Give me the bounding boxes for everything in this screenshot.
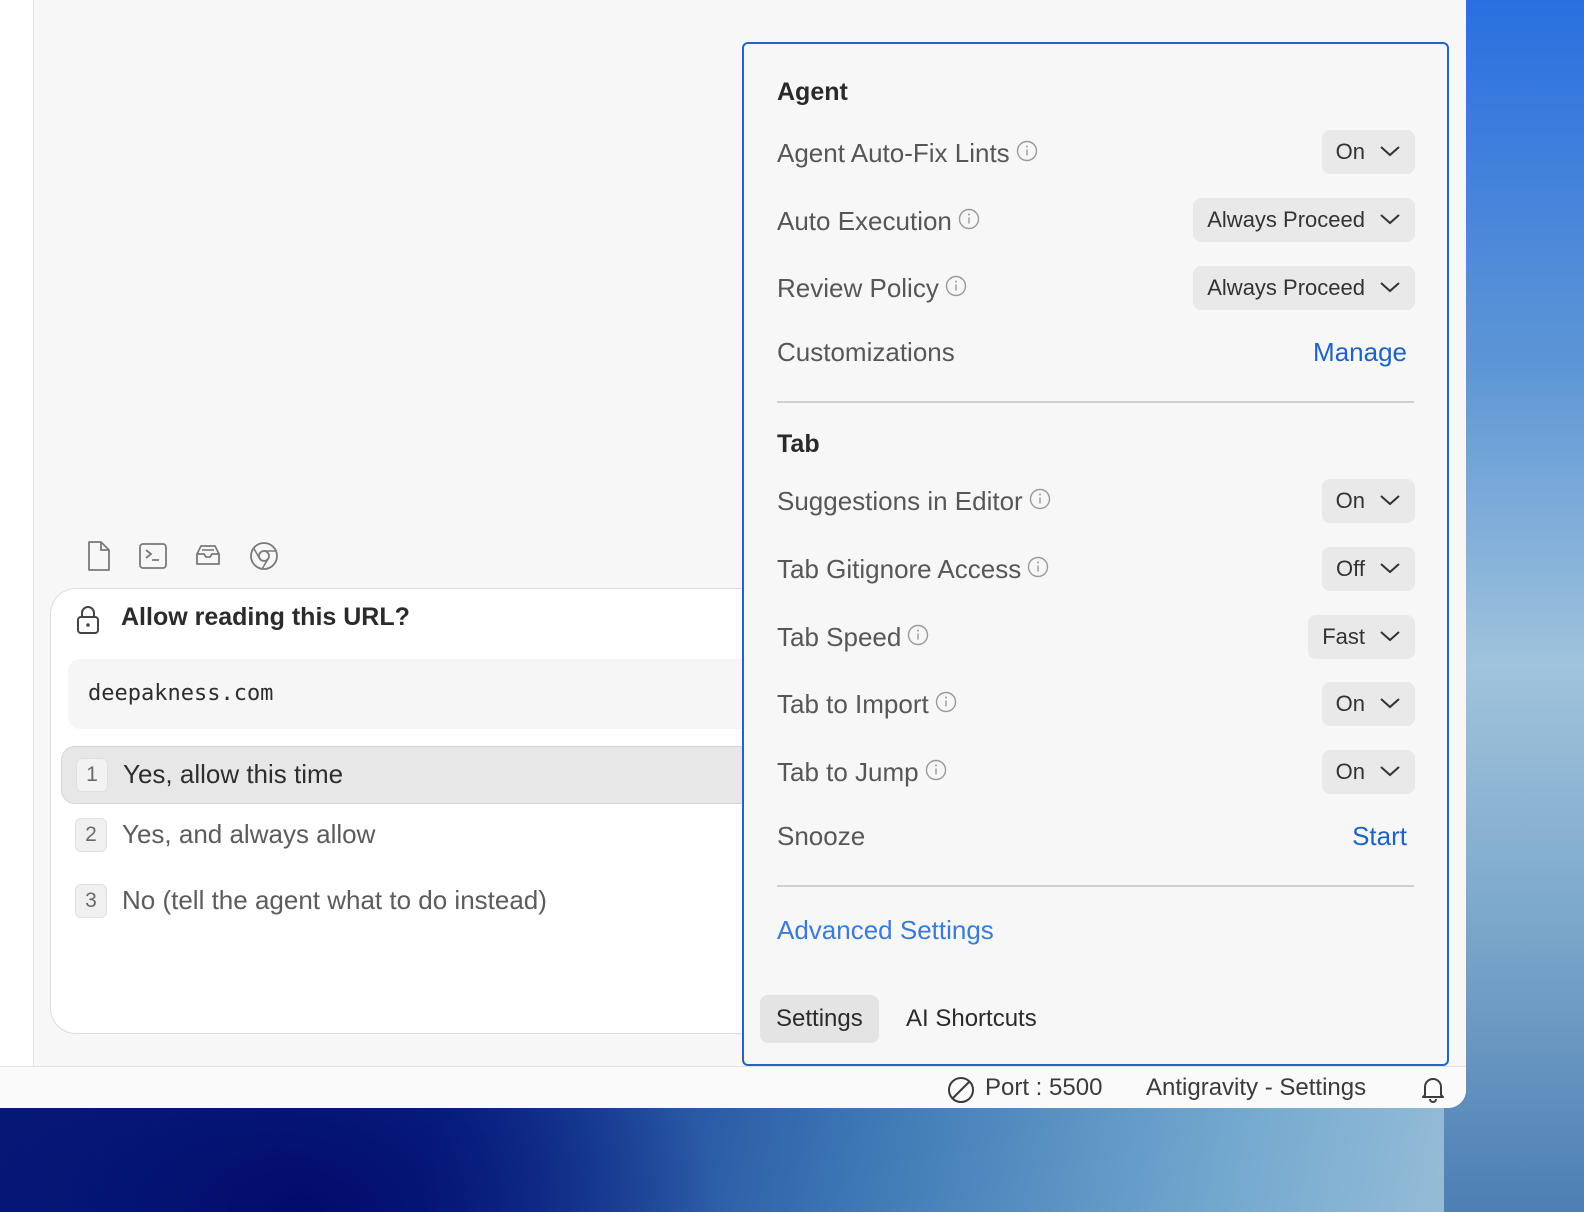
- window-title-status[interactable]: Antigravity - Settings: [1146, 1067, 1366, 1108]
- row-label-text: Suggestions in Editor: [777, 486, 1023, 516]
- permission-request-card: Allow reading this URL? deepakness.com 1…: [50, 588, 813, 1034]
- dropdown-value: On: [1335, 139, 1365, 164]
- customizations-label: Customizations: [777, 337, 955, 367]
- chevron-down-icon: [1379, 614, 1401, 658]
- chevron-down-icon: [1379, 681, 1401, 725]
- chevron-down-icon: [1379, 197, 1401, 241]
- agent-auto-fix-lints-label: Agent Auto-Fix Lints: [777, 138, 1038, 171]
- option-number: 2: [75, 818, 107, 852]
- info-icon[interactable]: [1029, 486, 1051, 517]
- snooze-label: Snooze: [777, 821, 866, 851]
- info-icon[interactable]: [925, 757, 947, 788]
- auto-execution-dropdown[interactable]: Always Proceed: [1193, 198, 1415, 242]
- row-label-text: Tab Gitignore Access: [777, 554, 1022, 584]
- dropdown-value: Always Proceed: [1207, 207, 1365, 232]
- dropdown-value: Off: [1336, 556, 1365, 581]
- chevron-down-icon: [1379, 265, 1401, 309]
- info-icon[interactable]: [1027, 554, 1049, 585]
- auto-execution-label: Auto Execution: [777, 206, 980, 239]
- row-label-text: Tab to Import: [777, 689, 929, 719]
- dropdown-value: On: [1335, 488, 1365, 513]
- section-title-agent: Agent: [777, 78, 848, 106]
- gitignore-dropdown[interactable]: Off: [1322, 547, 1415, 591]
- dropdown-value: On: [1335, 759, 1365, 784]
- tab-to-jump-label: Tab to Jump: [777, 757, 947, 790]
- permission-title: Allow reading this URL?: [121, 603, 410, 631]
- tab-to-import-label: Tab to Import: [777, 689, 957, 722]
- bell-icon[interactable]: [1420, 1075, 1446, 1108]
- row-label-text: Tab to Jump: [777, 757, 919, 787]
- info-icon[interactable]: [945, 273, 967, 304]
- lock-icon: [75, 605, 101, 640]
- row-label-text: Auto Execution: [777, 206, 952, 236]
- tab-to-import-dropdown[interactable]: On: [1321, 681, 1415, 726]
- suggestions-dropdown[interactable]: On: [1321, 478, 1415, 523]
- url-text: deepakness.com: [88, 681, 274, 706]
- section-divider: [777, 401, 1414, 403]
- inbox-icon[interactable]: [193, 540, 223, 572]
- info-icon[interactable]: [1016, 138, 1038, 169]
- review-policy-label: Review Policy: [777, 273, 967, 306]
- option-label: No (tell the agent what to do instead): [122, 885, 547, 915]
- chevron-down-icon: [1379, 546, 1401, 590]
- dropdown-value: Fast: [1322, 624, 1365, 649]
- tab-ai-shortcuts[interactable]: AI Shortcuts: [890, 995, 1053, 1043]
- chevron-down-icon: [1379, 478, 1401, 522]
- suggestions-in-editor-label: Suggestions in Editor: [777, 486, 1051, 519]
- advanced-settings-link[interactable]: Advanced Settings: [777, 915, 994, 946]
- option-number: 3: [75, 884, 107, 918]
- auto-fix-lints-dropdown[interactable]: On: [1321, 129, 1415, 174]
- tab-to-jump-dropdown[interactable]: On: [1321, 749, 1415, 794]
- url-box: deepakness.com: [68, 659, 808, 729]
- option-allow-once[interactable]: 1 Yes, allow this time: [61, 746, 813, 804]
- row-label-text: Review Policy: [777, 273, 939, 303]
- settings-panel: Agent Agent Auto-Fix Lints On Auto Execu…: [742, 42, 1449, 1066]
- info-icon[interactable]: [935, 689, 957, 720]
- chevron-down-icon: [1379, 129, 1401, 173]
- tab-settings[interactable]: Settings: [760, 995, 879, 1043]
- dropdown-value: Always Proceed: [1207, 275, 1365, 300]
- option-always-allow[interactable]: 2 Yes, and always allow: [61, 807, 811, 863]
- chevron-down-icon: [1379, 749, 1401, 793]
- option-number: 1: [76, 758, 108, 792]
- info-icon[interactable]: [907, 622, 929, 653]
- tab-speed-dropdown[interactable]: Fast: [1308, 615, 1415, 659]
- port-status[interactable]: Port : 5500: [985, 1067, 1102, 1108]
- option-label: Yes, allow this time: [123, 759, 344, 789]
- section-divider: [777, 885, 1414, 887]
- option-deny[interactable]: 3 No (tell the agent what to do instead): [61, 873, 811, 929]
- manage-link[interactable]: Manage: [1313, 337, 1407, 368]
- review-policy-dropdown[interactable]: Always Proceed: [1193, 266, 1415, 310]
- terminal-icon[interactable]: [138, 540, 168, 572]
- port-status-icon: [947, 1076, 975, 1108]
- tab-speed-label: Tab Speed: [777, 622, 929, 655]
- snooze-start-link[interactable]: Start: [1352, 821, 1407, 852]
- file-icon[interactable]: [84, 540, 114, 572]
- section-title-tab: Tab: [777, 430, 820, 458]
- option-label: Yes, and always allow: [122, 819, 376, 849]
- tab-gitignore-access-label: Tab Gitignore Access: [777, 554, 1049, 587]
- chrome-icon[interactable]: [248, 540, 278, 572]
- row-label-text: Tab Speed: [777, 622, 902, 652]
- left-sidebar-strip: [0, 0, 34, 1066]
- row-label-text: Agent Auto-Fix Lints: [777, 138, 1010, 168]
- status-bar: Port : 5500 Antigravity - Settings: [0, 1066, 1466, 1108]
- dropdown-value: On: [1335, 691, 1365, 716]
- info-icon[interactable]: [958, 206, 980, 237]
